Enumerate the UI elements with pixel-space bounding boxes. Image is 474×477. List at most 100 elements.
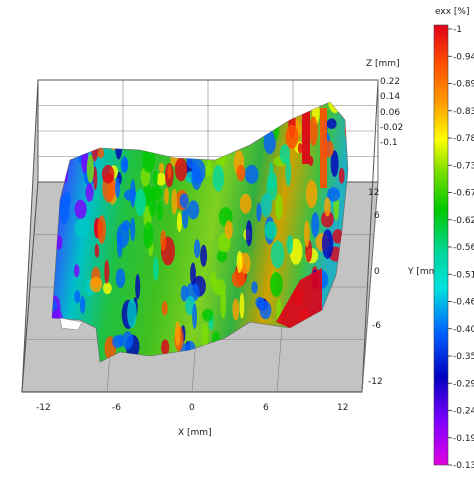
x-axis-ticks: -12 -6 0 6 12 (36, 403, 348, 413)
strain-patch (156, 200, 164, 221)
strain-patch (260, 193, 272, 218)
strain-patch (245, 220, 253, 247)
strain-patch (152, 256, 159, 281)
colorbar-tick-label: -0.838 (453, 107, 474, 117)
strain-patch (143, 221, 154, 249)
colorbar-tick-label: -0.73 (453, 161, 474, 171)
colorbar-tick-label: -0.244 (453, 407, 474, 417)
z-tick-label: 0.22 (380, 77, 400, 87)
strain-patch (285, 124, 299, 149)
strain-patch (187, 200, 200, 220)
colorbar-tick-label: -0.514 (453, 270, 474, 280)
strain-patch (64, 191, 71, 207)
strain-patch (175, 320, 181, 346)
strain-patch (209, 271, 217, 287)
z-tick-label: 0.14 (380, 92, 400, 102)
colorbar-tick-label: -0.19 (453, 434, 474, 444)
strain-patch (127, 298, 137, 328)
strain-patch (85, 183, 94, 202)
strain-patch (73, 264, 80, 278)
strain-patch (79, 296, 86, 314)
strain-patch (103, 282, 112, 295)
strain-patch (259, 301, 272, 320)
strain-patch (152, 170, 158, 185)
strain-patch (220, 289, 227, 319)
strain-patch (171, 188, 178, 215)
colorbar-tick-label: -0.946 (453, 52, 474, 62)
strain-patch (192, 303, 198, 330)
strain-patch (135, 273, 141, 300)
strain-patch (176, 212, 182, 232)
y-tick-label: 6 (374, 211, 380, 221)
strain-patch (94, 243, 100, 258)
strain-patch (205, 164, 213, 178)
strain-patch (231, 270, 246, 288)
strain-patch (239, 193, 252, 214)
colorbar-tick-label: -0.406 (453, 325, 474, 335)
colorbar: exx [%] -1-0.946-0.892-0.838-0.784-0.73-… (433, 7, 474, 471)
colorbar-label: exx [%] (435, 7, 469, 17)
y-tick-label: 0 (374, 267, 380, 277)
strain-patch (324, 197, 331, 217)
strain-patch (191, 165, 202, 190)
strain-patch (216, 250, 228, 263)
z-axis-ticks: 0.22 0.14 0.06 -0.02 -0.1 (380, 77, 403, 148)
strain-patch (161, 339, 170, 356)
strain-patch (74, 199, 87, 219)
strain-patch (104, 259, 110, 284)
z-tick-label: 0.06 (380, 108, 400, 118)
strain-patch (161, 301, 168, 316)
strain-patch (115, 268, 126, 288)
strain-patch (174, 157, 188, 182)
strain-patch (309, 116, 318, 146)
strain-patch (267, 171, 277, 190)
colorbar-tick-label: -0.676 (453, 189, 474, 199)
strain-patch (122, 157, 128, 171)
strain-patch (134, 188, 146, 217)
z-tick-label: -0.02 (380, 123, 403, 133)
x-tick-label: -6 (112, 403, 121, 413)
strain-patch (202, 308, 214, 322)
strain-patch (148, 188, 156, 218)
strain-patch (212, 164, 225, 192)
strain-patch (239, 292, 245, 319)
strain-patch (275, 193, 283, 221)
strain-patch (164, 187, 169, 205)
strain-patch (311, 212, 320, 238)
y-tick-label: -6 (372, 321, 381, 331)
strain-patch (338, 167, 345, 184)
z-tick-label: -0.1 (380, 138, 398, 148)
strain-patch (251, 281, 258, 294)
colorbar-tick-label: -0.892 (453, 80, 474, 90)
strain-patch (179, 193, 189, 209)
strain-patch (286, 235, 294, 255)
strain-surface-chart: Z [mm] 0.22 0.14 0.06 -0.02 -0.1 12 6 0 -6 -12 -… (21, 7, 474, 471)
strain-patch (89, 276, 103, 293)
strain-patch (200, 244, 208, 267)
x-tick-label: -12 (36, 403, 51, 413)
strain-patch (97, 215, 106, 244)
x-tick-label: 6 (263, 403, 269, 413)
strain-patch (180, 285, 188, 302)
strain-patch (232, 298, 240, 321)
strain-patch (112, 335, 122, 349)
colorbar-tick-label: -0.136 (453, 461, 474, 471)
strain-patch (236, 250, 243, 273)
strain-patch (297, 142, 303, 154)
strain-patch (116, 223, 130, 248)
z-axis-label: Z [mm] (366, 59, 400, 69)
colorbar-tick-label: -0.352 (453, 352, 474, 362)
strain-patch (130, 179, 136, 208)
x-tick-label: 0 (189, 403, 195, 413)
colorbar-tick-label: -0.784 (453, 134, 474, 144)
strain-patch (122, 331, 134, 350)
strain-patch (279, 144, 291, 164)
strain-patch (193, 239, 201, 258)
strain-patch (244, 164, 259, 184)
colorbar-tick-label: -0.46 (453, 298, 474, 308)
strain-patch (167, 164, 172, 180)
strain-patch (270, 240, 285, 269)
colorbar-tick-label: -0.568 (453, 243, 474, 253)
strain-patch (158, 162, 165, 174)
colorbar-tick-label: -0.298 (453, 379, 474, 389)
